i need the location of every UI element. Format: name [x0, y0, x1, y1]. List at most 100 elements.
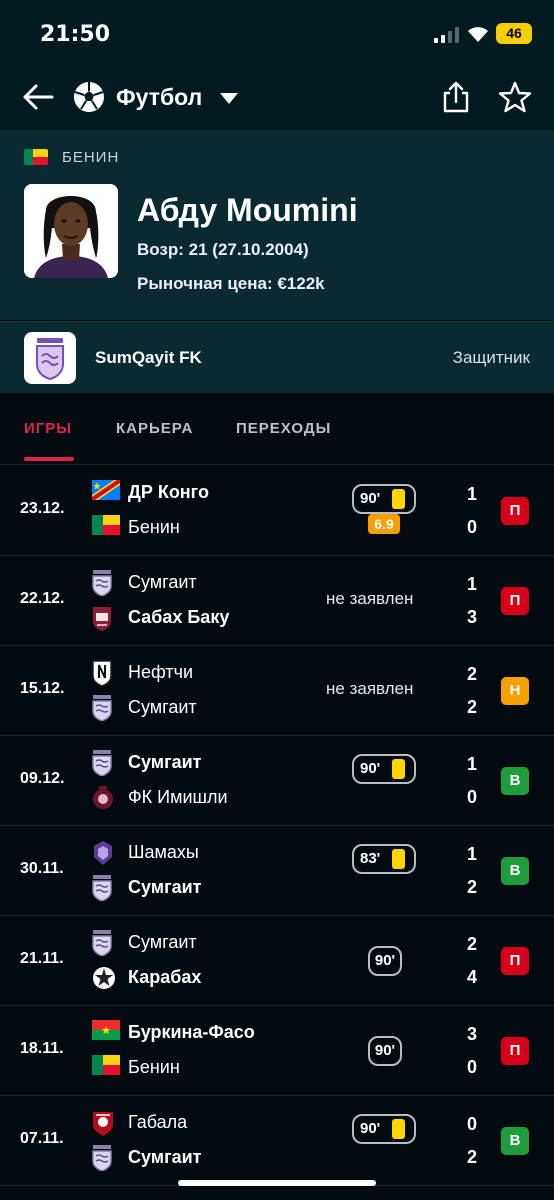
home-score: 0 — [466, 1114, 477, 1134]
match-row[interactable]: 30.11. Шамахы Сумгаит 83' 1 2 В — [0, 826, 554, 916]
away-score: 2 — [466, 697, 477, 717]
away-score: 2 — [466, 1147, 477, 1167]
battery-icon: 46 — [496, 23, 532, 44]
match-row[interactable]: 09.12. Сумгаит ФК Имишли 90' 1 0 В — [0, 736, 554, 826]
status-bar: 21:50 46 — [0, 0, 554, 66]
tab-career[interactable]: КАРЬЕРА — [116, 420, 193, 437]
result-badge: В — [501, 857, 529, 885]
qarabag-logo-icon — [92, 965, 115, 991]
home-score: 3 — [466, 1024, 477, 1044]
home-team-name: Нефтчи — [128, 662, 194, 682]
match-date: 09.12. — [20, 770, 65, 787]
result-badge: П — [501, 497, 529, 525]
away-team-name: Сумгаит — [128, 697, 197, 717]
result-badge: П — [501, 587, 529, 615]
tab-bar: ИГРЫ КАРЬЕРА ПЕРЕХОДЫ — [0, 393, 554, 465]
away-score: 0 — [466, 787, 477, 807]
chevron-down-icon[interactable] — [220, 93, 238, 104]
match-date: 15.12. — [20, 680, 65, 697]
away-team-name: ФК Имишли — [128, 787, 228, 807]
favorite-star-icon[interactable] — [498, 80, 532, 114]
away-score: 0 — [466, 517, 477, 537]
match-row[interactable]: 18.11. Буркина-Фасо Бенин 90' 3 0 П — [0, 1006, 554, 1096]
not-registered-label: не заявлен — [326, 679, 414, 698]
neftchi-logo-icon — [92, 660, 112, 687]
match-list: 23.12. ДР Конго Бенин 90' 6.9 1 0 П 22.12… — [0, 466, 554, 1186]
match-date: 23.12. — [20, 500, 65, 517]
minutes-played: 90' — [368, 946, 402, 976]
result-badge: П — [501, 947, 529, 975]
cellular-signal-icon — [434, 27, 460, 43]
match-date: 30.11. — [20, 860, 64, 877]
sumqayit-logo-icon — [92, 695, 112, 722]
home-team-name: Сумгаит — [128, 572, 197, 592]
result-badge: В — [501, 1127, 529, 1155]
sumqayit-logo-icon — [92, 750, 112, 777]
burkina-logo-icon — [92, 1020, 120, 1046]
result-badge: Н — [501, 677, 529, 705]
benin-flag-icon — [24, 149, 48, 165]
player-market-value: Рыночная цена: €122k — [137, 274, 325, 293]
sumqayit-logo-icon — [92, 875, 112, 902]
sumqayit-logo-icon — [92, 570, 112, 597]
player-position: Защитник — [452, 348, 530, 367]
player-profile: БЕНИН Абду Moumini Возр: 21 (27.10.2004)… — [0, 130, 554, 320]
home-team-name: Сумгаит — [128, 752, 202, 772]
away-team-name: Бенин — [128, 517, 180, 537]
minutes-played: 90' — [352, 754, 416, 784]
tab-transfers[interactable]: ПЕРЕХОДЫ — [236, 420, 331, 437]
away-score: 4 — [466, 967, 477, 987]
result-badge: В — [501, 767, 529, 795]
home-team-name: Габала — [128, 1112, 188, 1132]
share-icon[interactable] — [440, 80, 472, 114]
not-registered-label: не заявлен — [326, 589, 414, 608]
match-date: 07.11. — [20, 1130, 64, 1147]
yellow-card-icon — [392, 489, 405, 509]
imishli-logo-icon — [92, 785, 113, 811]
player-age: Возр: 21 (27.10.2004) — [137, 240, 309, 259]
minutes-played: 90' — [368, 1036, 402, 1066]
gabala-logo-icon — [92, 1110, 113, 1136]
home-score: 1 — [466, 574, 477, 594]
tab-games[interactable]: ИГРЫ — [24, 420, 72, 437]
player-name: Абду Moumini — [137, 192, 358, 228]
away-team-name: Сумгаит — [128, 877, 202, 897]
away-score: 3 — [466, 607, 477, 627]
app-screen: 21:50 46 Футбол БЕНИН Абду Moumini Возр:… — [0, 0, 554, 1200]
home-score: 2 — [466, 664, 477, 684]
yellow-card-icon — [392, 849, 405, 869]
match-row[interactable]: 07.11. Габала Сумгаит 90' 0 2 В — [0, 1096, 554, 1186]
shamakhi-logo-icon — [92, 840, 112, 866]
active-tab-indicator — [24, 457, 74, 461]
home-score: 2 — [466, 934, 477, 954]
yellow-card-icon — [392, 759, 405, 779]
benin-logo-icon — [92, 1055, 120, 1081]
sumqayit-logo-icon — [92, 930, 112, 957]
away-score: 2 — [466, 877, 477, 897]
home-score: 1 — [466, 754, 477, 774]
away-team-name: Карабах — [128, 967, 202, 987]
country-label: БЕНИН — [62, 149, 120, 166]
player-rating: 6.9 — [368, 514, 400, 534]
wifi-icon — [468, 27, 488, 42]
drc-logo-icon — [92, 480, 120, 506]
home-score: 1 — [466, 484, 477, 504]
minutes-played: 90' — [352, 1114, 416, 1144]
home-indicator — [178, 1180, 376, 1186]
benin-logo-icon — [92, 515, 120, 541]
soccer-ball-icon[interactable] — [72, 80, 106, 114]
home-team-name: Шамахы — [128, 842, 199, 862]
match-row[interactable]: 22.12. Сумгаит Сабах Баку не заявлен 1 3… — [0, 556, 554, 646]
match-row[interactable]: 21.11. Сумгаит Карабах 90' 2 4 П — [0, 916, 554, 1006]
back-arrow-icon[interactable] — [22, 80, 54, 114]
match-row[interactable]: 23.12. ДР Конго Бенин 90' 6.9 1 0 П — [0, 466, 554, 556]
match-row[interactable]: 15.12. Нефтчи Сумгаит не заявлен 2 2 Н — [0, 646, 554, 736]
club-name[interactable]: SumQayit FK — [95, 348, 202, 368]
yellow-card-icon — [392, 1119, 405, 1139]
away-team-name: Сумгаит — [128, 1147, 202, 1167]
sport-selector[interactable]: Футбол — [116, 84, 202, 111]
sabah-logo-icon — [92, 605, 112, 631]
club-row[interactable]: SumQayit FK Защитник — [0, 321, 554, 393]
minutes-played: 83' — [352, 844, 416, 874]
away-team-name: Сабах Баку — [128, 607, 230, 627]
